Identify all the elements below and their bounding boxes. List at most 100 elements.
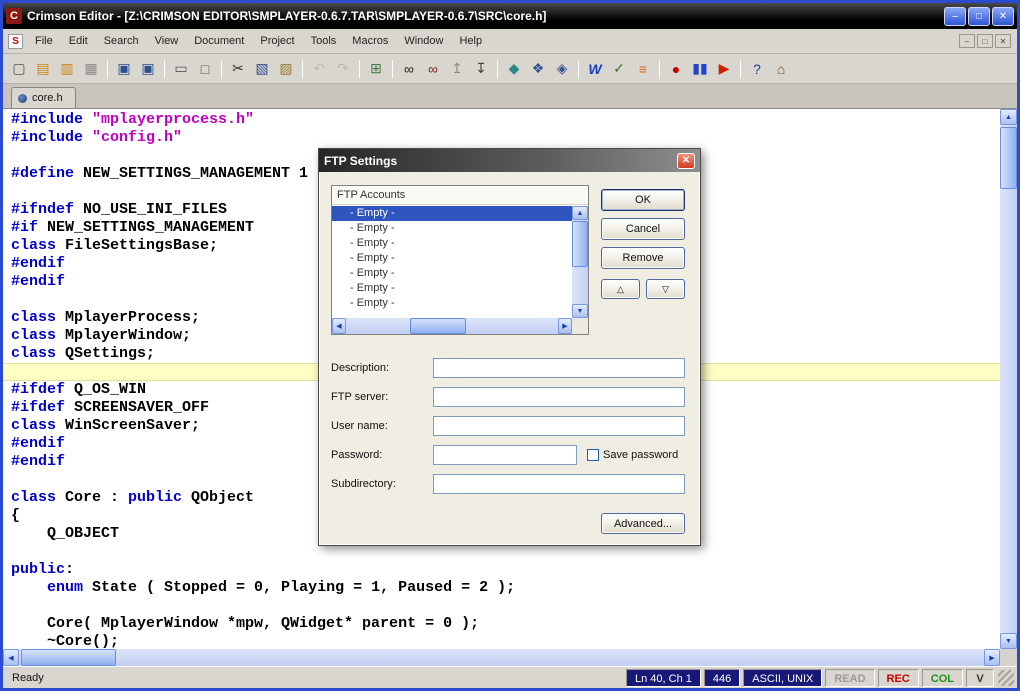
save-all-button[interactable]: ▣ (136, 58, 160, 80)
list-scroll-right-icon[interactable]: ▶ (558, 318, 572, 334)
window-title: Crimson Editor - [Z:\CRIMSON EDITOR\SMPL… (27, 9, 547, 23)
field-row-ftp-server: FTP server: (331, 387, 685, 407)
minimize-button[interactable]: – (944, 6, 966, 26)
ftp-account-item[interactable]: - Empty - (332, 236, 572, 251)
list-header: FTP Accounts (332, 186, 588, 205)
menu-document[interactable]: Document (186, 32, 252, 50)
tab-core-h[interactable]: core.h (11, 87, 76, 108)
menu-window[interactable]: Window (396, 32, 451, 50)
ftp-account-item[interactable]: - Empty - (332, 206, 572, 221)
find-previous-button[interactable]: ↥ (445, 58, 469, 80)
scroll-up-icon[interactable]: ▲ (1000, 109, 1017, 125)
mdi-close-button[interactable]: ✕ (995, 34, 1011, 48)
undo-button[interactable]: ↶ (307, 58, 331, 80)
toolbar-separator (497, 59, 498, 78)
open-remote-button[interactable]: ▥ (55, 58, 79, 80)
copy-button[interactable]: ▧ (250, 58, 274, 80)
user-name-label: User name: (331, 420, 388, 432)
ftp-account-item[interactable]: - Empty - (332, 266, 572, 281)
cut-button[interactable]: ✂ (226, 58, 250, 80)
word-wrap-button[interactable]: W (583, 58, 607, 80)
resize-grip[interactable] (998, 669, 1014, 686)
menu-file[interactable]: File (27, 32, 61, 50)
move-down-button[interactable]: ▽ (646, 279, 685, 299)
cancel-button[interactable]: Cancel (601, 218, 685, 240)
print-preview-button[interactable]: □ (193, 58, 217, 80)
maximize-button[interactable]: □ (968, 6, 990, 26)
ftp-account-item[interactable]: - Empty - (332, 221, 572, 236)
application-window: C Crimson Editor - [Z:\CRIMSON EDITOR\SM… (0, 0, 1020, 691)
menu-project[interactable]: Project (252, 32, 302, 50)
list-scroll-left-icon[interactable]: ◀ (332, 318, 346, 334)
ftp-account-item[interactable]: - Empty - (332, 296, 572, 311)
list-horizontal-scroll-thumb[interactable] (410, 318, 466, 334)
scroll-left-icon[interactable]: ◀ (3, 649, 19, 666)
menu-edit[interactable]: Edit (61, 32, 96, 50)
mdi-window-controls: – □ ✕ (959, 34, 1011, 48)
toolbar-separator (659, 59, 660, 78)
save-password-label: Save password (603, 449, 679, 461)
menu-view[interactable]: View (147, 32, 187, 50)
new-document-button[interactable]: ▢ (7, 58, 31, 80)
menu-tools[interactable]: Tools (303, 32, 345, 50)
dialog-close-icon[interactable]: ✕ (677, 152, 695, 169)
description-label: Description: (331, 362, 390, 374)
vertical-scroll-thumb[interactable] (1000, 127, 1017, 189)
sort-lines-button[interactable]: ≡ (631, 58, 655, 80)
subdirectory-input[interactable] (433, 474, 685, 494)
horizontal-scroll-thumb[interactable] (21, 649, 116, 666)
scroll-right-icon[interactable]: ▶ (984, 649, 1000, 666)
properties-grid-button[interactable]: ⊞ (364, 58, 388, 80)
spell-check-button[interactable]: ✓ (607, 58, 631, 80)
preview-in-browser-button[interactable]: ◈ (550, 58, 574, 80)
save-button[interactable]: ▣ (112, 58, 136, 80)
find-button[interactable]: ∞ (397, 58, 421, 80)
print-button[interactable]: ▭ (169, 58, 193, 80)
description-input[interactable] (433, 358, 685, 378)
password-input[interactable] (433, 445, 577, 465)
menu-help[interactable]: Help (451, 32, 490, 50)
menu-search[interactable]: Search (96, 32, 147, 50)
remove-button[interactable]: Remove (601, 247, 685, 269)
mdi-minimize-button[interactable]: – (959, 34, 975, 48)
window-list-button[interactable]: ❖ (526, 58, 550, 80)
ftp-settings-dialog: FTP Settings ✕ FTP Accounts - Empty -- E… (318, 148, 701, 546)
toolbar: ▢ ▤ ▥ ▦ ▣ ▣ ▭ □ ✂ ▧ ▨ ↶ ↷ ⊞ ∞ ∞ ↥ ↧ ◆ ❖ ◈ W ✓ ≡ ● ▮▮ ▶? ⌂ (3, 54, 1017, 84)
find-next-button[interactable]: ↧ (469, 58, 493, 80)
ok-button[interactable]: OK (601, 189, 685, 211)
close-file-button[interactable]: ▦ (79, 58, 103, 80)
close-button[interactable]: ✕ (992, 6, 1014, 26)
ftp-account-item[interactable]: - Empty - (332, 281, 572, 296)
save-password-checkbox[interactable] (587, 449, 599, 461)
scroll-down-icon[interactable]: ▼ (1000, 633, 1017, 649)
help-button[interactable]: ? (745, 58, 769, 80)
field-row-subdirectory: Subdirectory: (331, 474, 685, 494)
menu-macros[interactable]: Macros (344, 32, 396, 50)
toolbar-separator (740, 59, 741, 78)
find-in-files-button[interactable]: ∞ (421, 58, 445, 80)
toggle-bookmark-button[interactable]: ◆ (502, 58, 526, 80)
paste-button[interactable]: ▨ (274, 58, 298, 80)
list-vertical-scroll-thumb[interactable] (572, 221, 588, 267)
home-button[interactable]: ⌂ (769, 58, 793, 80)
record-macro-button[interactable]: ● (664, 58, 688, 80)
play-macro-button[interactable]: ▶ (712, 58, 736, 80)
status-indicator-v: V (966, 668, 994, 687)
user-name-input[interactable] (433, 416, 685, 436)
vertical-scrollbar[interactable]: ▲ ▼ (1000, 109, 1017, 649)
ftp-server-input[interactable] (433, 387, 685, 407)
redo-button[interactable]: ↷ (331, 58, 355, 80)
open-file-button[interactable]: ▤ (31, 58, 55, 80)
menu-items: File Edit Search View Document Project Tools Ma… (27, 29, 959, 53)
advanced-button[interactable]: Advanced... (601, 513, 685, 534)
list-scroll-down-icon[interactable]: ▼ (572, 304, 588, 318)
ftp-account-item[interactable]: - Empty - (332, 251, 572, 266)
list-horizontal-scrollbar[interactable]: ◀ ▶ (332, 318, 572, 334)
pause-macro-button[interactable]: ▮▮ (688, 58, 712, 80)
list-scroll-up-icon[interactable]: ▲ (572, 206, 588, 220)
move-up-button[interactable]: △ (601, 279, 640, 299)
list-vertical-scrollbar[interactable]: ▲ ▼ (572, 206, 588, 318)
mdi-restore-button[interactable]: □ (977, 34, 993, 48)
horizontal-scrollbar[interactable]: ◀ ▶ (3, 649, 1000, 666)
field-row-description: Description: (331, 358, 685, 378)
